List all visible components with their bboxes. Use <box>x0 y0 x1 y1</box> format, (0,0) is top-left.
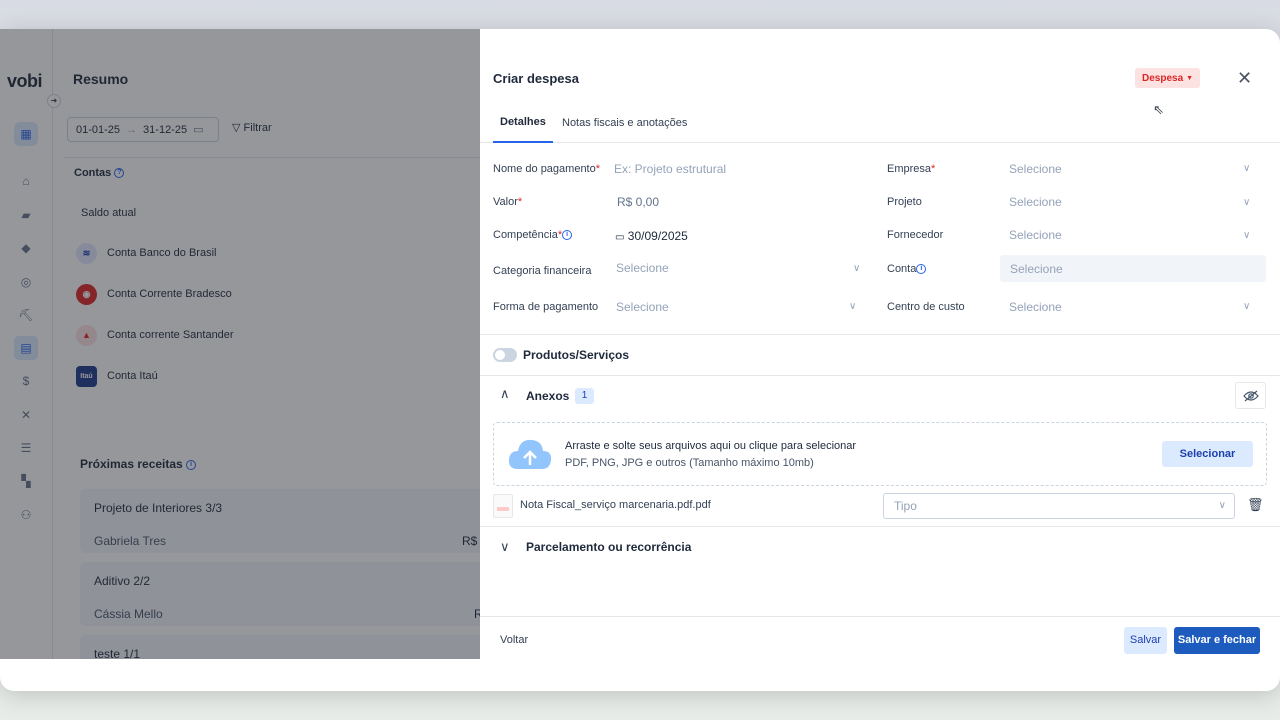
cloud-upload-icon <box>508 437 552 476</box>
parcelamento-label[interactable]: Parcelamento ou recorrência <box>526 540 691 554</box>
produtos-label: Produtos/Serviços <box>523 348 630 362</box>
forma-label: Forma de pagamento <box>493 301 599 313</box>
forma-select[interactable]: Selecione <box>616 300 669 314</box>
chevron-up-icon[interactable]: ∧ <box>500 386 510 402</box>
valor-label-text: Valor <box>493 196 518 208</box>
projeto-select[interactable]: Selecione <box>1009 195 1062 209</box>
required-mark: * <box>931 163 936 175</box>
competencia-input[interactable]: ▭ 30/09/2025 <box>615 229 688 243</box>
chevron-down-icon[interactable]: ∨ <box>1243 230 1250 241</box>
anexos-count: 1 <box>575 388 594 404</box>
file-name[interactable]: Nota Fiscal_serviço marcenaria.pdf.pdf <box>520 499 711 511</box>
type-badge[interactable]: Despesa ▼ <box>1135 68 1201 88</box>
conta-select[interactable]: Selecione <box>1010 262 1063 276</box>
anexos-label: Anexos <box>526 389 570 403</box>
close-icon[interactable]: ✕ <box>1237 69 1252 87</box>
modal-overlay[interactable] <box>0 29 480 659</box>
centro-select[interactable]: Selecione <box>1009 300 1062 314</box>
chevron-down-icon[interactable]: ∨ <box>849 301 856 312</box>
required-mark: * <box>517 196 523 208</box>
nome-label: Nome do pagamento* <box>493 163 600 175</box>
empresa-label-text: Empresa <box>887 163 932 175</box>
chevron-down-icon: ∨ <box>1218 500 1226 511</box>
save-button[interactable]: Salvar <box>1124 627 1167 654</box>
produtos-toggle[interactable] <box>493 348 517 362</box>
calendar-icon: ▭ <box>615 232 625 243</box>
empresa-label: Empresa* <box>887 163 935 175</box>
divider <box>480 334 1280 335</box>
centro-label: Centro de custo <box>887 301 965 313</box>
nome-input[interactable]: Ex: Projeto estrutural <box>614 162 726 176</box>
info-icon[interactable]: i <box>562 230 573 241</box>
divider <box>480 375 1280 376</box>
valor-label: Valor* <box>493 196 522 208</box>
drawer-footer: Voltar Salvar Salvar e fechar <box>480 616 1280 659</box>
projeto-label: Projeto <box>887 196 922 208</box>
fornecedor-select[interactable]: Selecione <box>1009 228 1062 242</box>
tipo-placeholder: Tipo <box>894 499 917 513</box>
competencia-label: Competência* i <box>493 229 573 241</box>
tipo-select[interactable]: Tipo ∨ <box>883 493 1235 519</box>
chevron-down-icon[interactable]: ∨ <box>1243 301 1250 312</box>
tab-notas[interactable]: Notas fiscais e anotações <box>562 102 687 143</box>
competencia-value: 30/09/2025 <box>627 229 688 243</box>
divider <box>480 526 1280 527</box>
file-dropzone[interactable]: Arraste e solte seus arquivos aqui ou cl… <box>493 422 1267 486</box>
categoria-select[interactable]: Selecione <box>616 261 669 275</box>
dropzone-hint: PDF, PNG, JPG e outros (Tamanho máximo 1… <box>565 457 814 469</box>
chevron-down-icon[interactable]: ∨ <box>1243 163 1250 174</box>
tab-detalhes[interactable]: Detalhes <box>493 102 553 143</box>
pdf-file-icon <box>493 494 513 518</box>
chevron-down-icon[interactable]: ∨ <box>1243 197 1250 208</box>
type-badge-label: Despesa <box>1142 72 1184 84</box>
valor-input[interactable]: R$ 0,00 <box>617 195 659 209</box>
nome-label-text: Nome do pagamento <box>493 163 596 175</box>
chevron-down-icon[interactable]: ∨ <box>500 539 510 555</box>
tabs: Detalhes Notas fiscais e anotações <box>480 102 1280 143</box>
required-mark: * <box>595 163 601 175</box>
dropzone-text: Arraste e solte seus arquivos aqui ou cl… <box>565 440 857 452</box>
categoria-label: Categoria financeira <box>493 265 592 277</box>
conta-label-text: Conta <box>887 263 917 275</box>
create-expense-drawer: Criar despesa Despesa ▼ ✕ ⇖ Detalhes Nota… <box>480 58 1280 659</box>
competencia-label-text: Competência <box>493 229 558 241</box>
trash-icon[interactable]: 🗑 <box>1247 497 1264 513</box>
empresa-select[interactable]: Selecione <box>1009 162 1062 176</box>
drawer-title: Criar despesa <box>493 71 579 86</box>
caret-down-icon: ▼ <box>1186 74 1194 82</box>
conta-label: Conta i <box>887 263 927 275</box>
fornecedor-label: Fornecedor <box>887 229 944 241</box>
back-button[interactable]: Voltar <box>500 634 528 646</box>
select-files-button[interactable]: Selecionar <box>1162 441 1253 467</box>
eye-off-icon[interactable] <box>1235 382 1266 409</box>
info-icon[interactable]: i <box>916 264 927 275</box>
save-and-close-button[interactable]: Salvar e fechar <box>1174 627 1260 654</box>
chevron-down-icon[interactable]: ∨ <box>853 263 860 274</box>
